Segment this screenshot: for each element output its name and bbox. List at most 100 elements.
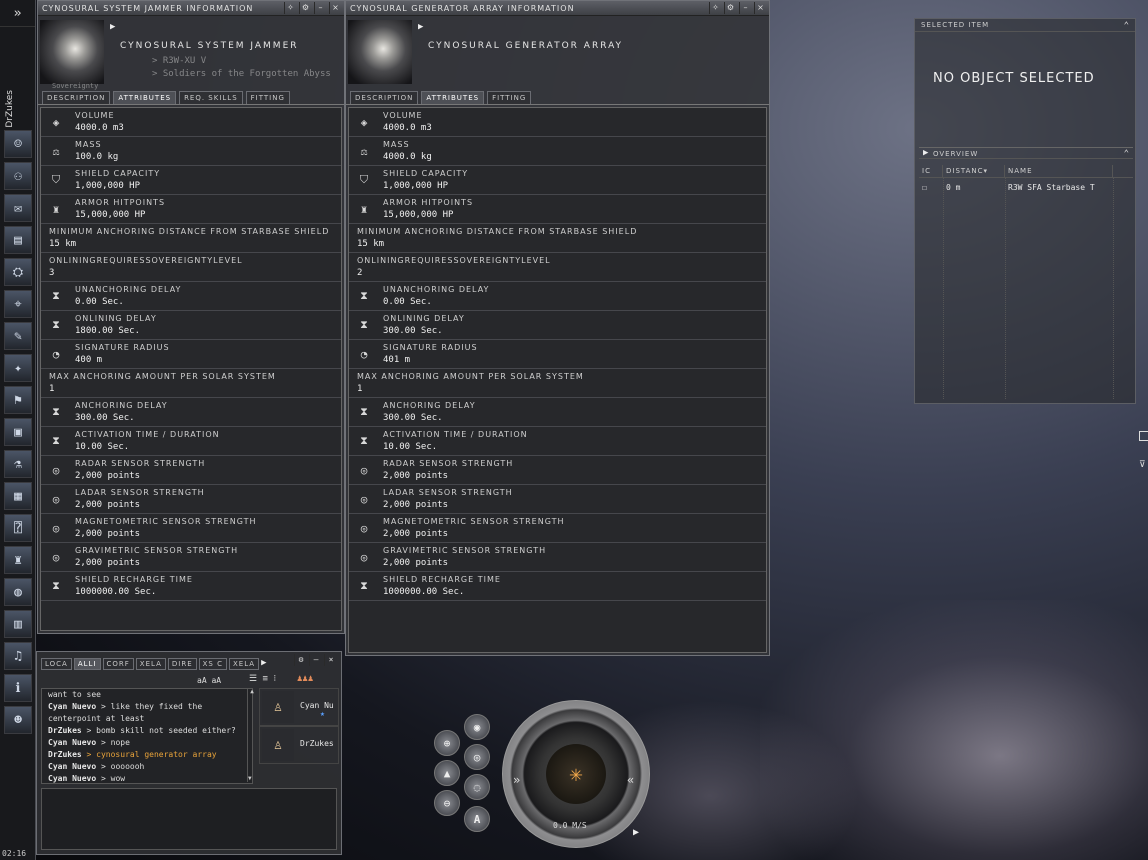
ship-icon[interactable]: ▲ bbox=[434, 760, 460, 786]
bracket-icon[interactable] bbox=[1139, 431, 1148, 441]
close-icon[interactable]: × bbox=[329, 2, 342, 14]
collapse-icon[interactable]: ⌃ bbox=[1124, 149, 1129, 159]
tab-description[interactable]: DESCRIPTION bbox=[350, 91, 419, 104]
tab-fitting[interactable]: FITTING bbox=[487, 91, 532, 104]
scroll-up-icon[interactable]: ▲ bbox=[248, 688, 256, 695]
info-icon[interactable]: ℹ bbox=[4, 674, 32, 702]
zoom-out-button[interactable]: ⊖ bbox=[434, 790, 460, 816]
play-icon[interactable]: ▶ bbox=[633, 827, 639, 838]
minimize-icon[interactable]: – bbox=[314, 2, 327, 14]
column-distance[interactable]: DISTANC▾ bbox=[943, 165, 1005, 177]
help-icon[interactable]: ⍰ bbox=[4, 514, 32, 542]
pilot-name[interactable]: DrZukes bbox=[5, 90, 15, 128]
play-icon[interactable]: ▶ bbox=[418, 22, 423, 32]
hourglass-icon: ⧗ bbox=[52, 579, 60, 592]
chat-window: ⚙ – × LOCA ALLI CORF XELA DIRE XS C XELA ▶ aA a… bbox=[36, 651, 342, 855]
text-size-toggle[interactable]: aA aA bbox=[197, 676, 221, 685]
message-text: centerpoint at least bbox=[48, 714, 145, 723]
signature-icon: ◔ bbox=[52, 347, 60, 361]
calculator-icon[interactable]: ▦ bbox=[4, 482, 32, 510]
close-icon[interactable]: × bbox=[754, 2, 767, 14]
journal-icon[interactable]: ▥ bbox=[4, 610, 32, 638]
channel-tab[interactable]: CORF bbox=[102, 658, 134, 670]
tab-description[interactable]: DESCRIPTION bbox=[42, 91, 111, 104]
overview-row[interactable]: ☐ 0 m R3W SFA Starbase T bbox=[919, 181, 1133, 195]
science-icon[interactable]: ⚗ bbox=[4, 450, 32, 478]
gravimetric-sensor-icon: ◎ bbox=[360, 550, 368, 564]
pin-icon[interactable]: ✧ bbox=[284, 2, 297, 14]
chat-message: Cyan Nuevo > like they fixed the bbox=[42, 701, 252, 713]
collapse-icon[interactable]: ⌃ bbox=[1124, 21, 1129, 31]
left-arrows-icon[interactable]: » bbox=[513, 773, 520, 787]
member-item[interactable]: ♙ DrZukes bbox=[259, 726, 339, 764]
browser-icon[interactable]: ◍ bbox=[4, 578, 32, 606]
minimize-icon[interactable]: – bbox=[739, 2, 752, 14]
chat-message: want to see bbox=[42, 689, 252, 701]
pin-icon[interactable]: ✧ bbox=[709, 2, 722, 14]
chat-input[interactable] bbox=[41, 788, 337, 850]
message-author[interactable]: DrZukes bbox=[48, 726, 82, 735]
scroll-down-icon[interactable]: ▼ bbox=[248, 775, 252, 782]
tab-attributes[interactable]: ATTRIBUTES bbox=[113, 91, 177, 104]
message-author[interactable]: Cyan Nuevo bbox=[48, 762, 96, 771]
member-item[interactable]: ♙ Cyan Nu ★ bbox=[259, 688, 339, 726]
assets-icon[interactable]: ▣ bbox=[4, 418, 32, 446]
mail-icon[interactable]: ✉ bbox=[4, 194, 32, 222]
play-icon[interactable]: ▶ bbox=[923, 148, 928, 158]
notepad-icon[interactable]: ▤ bbox=[4, 226, 32, 254]
item-header: > R3W-XU V > Soldiers of the Forgotten A… bbox=[38, 16, 344, 90]
people-places-icon[interactable]: ♜ bbox=[4, 546, 32, 574]
character-icon[interactable]: ☻ bbox=[4, 706, 32, 734]
channel-tab[interactable]: XS C bbox=[198, 658, 227, 670]
right-arrows-icon[interactable]: « bbox=[627, 773, 634, 787]
audio-icon[interactable]: ♫ bbox=[4, 642, 32, 670]
view-mode-icon[interactable]: ☰ ≡ ⁝ bbox=[249, 674, 276, 684]
hourglass-icon: ⧗ bbox=[52, 289, 60, 302]
zoom-in-button[interactable]: ⊕ bbox=[434, 730, 460, 756]
camera-icon[interactable]: ◉ bbox=[464, 714, 490, 740]
message-author[interactable]: Cyan Nuevo bbox=[48, 774, 96, 783]
close-icon[interactable]: × bbox=[324, 654, 337, 666]
radar-icon[interactable]: ◎ bbox=[464, 744, 490, 770]
options-icon[interactable]: ⚙ bbox=[724, 2, 737, 14]
overview-header[interactable]: OVERVIEW bbox=[919, 147, 1133, 159]
channel-tab[interactable]: LOCA bbox=[41, 658, 72, 670]
people-icon[interactable]: ⚇ bbox=[4, 162, 32, 190]
chat-scrollbar[interactable]: ▲ ▼ bbox=[247, 688, 256, 782]
selected-item-title[interactable]: SELECTED ITEM bbox=[915, 19, 1135, 32]
starmap-icon[interactable]: ✦ bbox=[4, 354, 32, 382]
column-icon[interactable]: IC bbox=[919, 165, 943, 177]
options-icon[interactable]: ⚙ bbox=[299, 2, 312, 14]
message-author[interactable]: DrZukes bbox=[48, 750, 82, 759]
structure-icon[interactable]: ⊽ bbox=[1139, 460, 1146, 470]
expand-neocom-button[interactable]: » bbox=[0, 0, 35, 27]
titlebar[interactable]: CYNOSURAL SYSTEM JAMMER INFORMATION ✧ ⚙ … bbox=[38, 1, 344, 16]
chat-log[interactable]: want to see Cyan Nuevo > like they fixed … bbox=[41, 688, 253, 784]
column-name[interactable]: NAME bbox=[1005, 165, 1113, 177]
channel-tab[interactable]: XELA bbox=[228, 658, 260, 670]
map-icon[interactable]: ⌖ bbox=[4, 290, 32, 318]
item-thumbnail[interactable] bbox=[40, 20, 104, 84]
speed-readout[interactable]: 0.0 M/S bbox=[553, 821, 587, 830]
minimize-icon[interactable]: – bbox=[309, 654, 322, 666]
message-author[interactable]: Cyan Nuevo bbox=[48, 702, 96, 711]
options-icon[interactable]: ⚙ bbox=[294, 654, 307, 666]
tab-req-skills[interactable]: REQ. SKILLS bbox=[179, 91, 243, 104]
corporation-icon[interactable]: ⛭ bbox=[4, 258, 32, 286]
members-icon[interactable]: ♟♟♟ bbox=[297, 674, 313, 684]
channel-tab[interactable]: ALLI bbox=[73, 658, 101, 670]
channel-tab[interactable]: DIRE bbox=[167, 658, 197, 670]
tab-fitting[interactable]: FITTING bbox=[245, 91, 290, 104]
item-thumbnail[interactable] bbox=[348, 20, 412, 84]
autopilot-button[interactable]: A bbox=[464, 806, 490, 832]
titlebar[interactable]: CYNOSURAL GENERATOR ARRAY INFORMATION ✧ … bbox=[346, 1, 769, 16]
tab-attributes[interactable]: ATTRIBUTES bbox=[421, 91, 485, 104]
fleet-icon[interactable]: ⚑ bbox=[4, 386, 32, 414]
play-icon[interactable]: ▶ bbox=[110, 22, 115, 32]
contracts-icon[interactable]: ✎ bbox=[4, 322, 32, 350]
message-author[interactable]: Cyan Nuevo bbox=[48, 738, 96, 747]
portrait-icon[interactable]: ☺ bbox=[4, 130, 32, 158]
tabs-more-icon[interactable]: ▶ bbox=[261, 658, 266, 670]
channel-tab[interactable]: XELA bbox=[135, 658, 166, 670]
orbit-icon[interactable]: ◌ bbox=[464, 774, 490, 800]
